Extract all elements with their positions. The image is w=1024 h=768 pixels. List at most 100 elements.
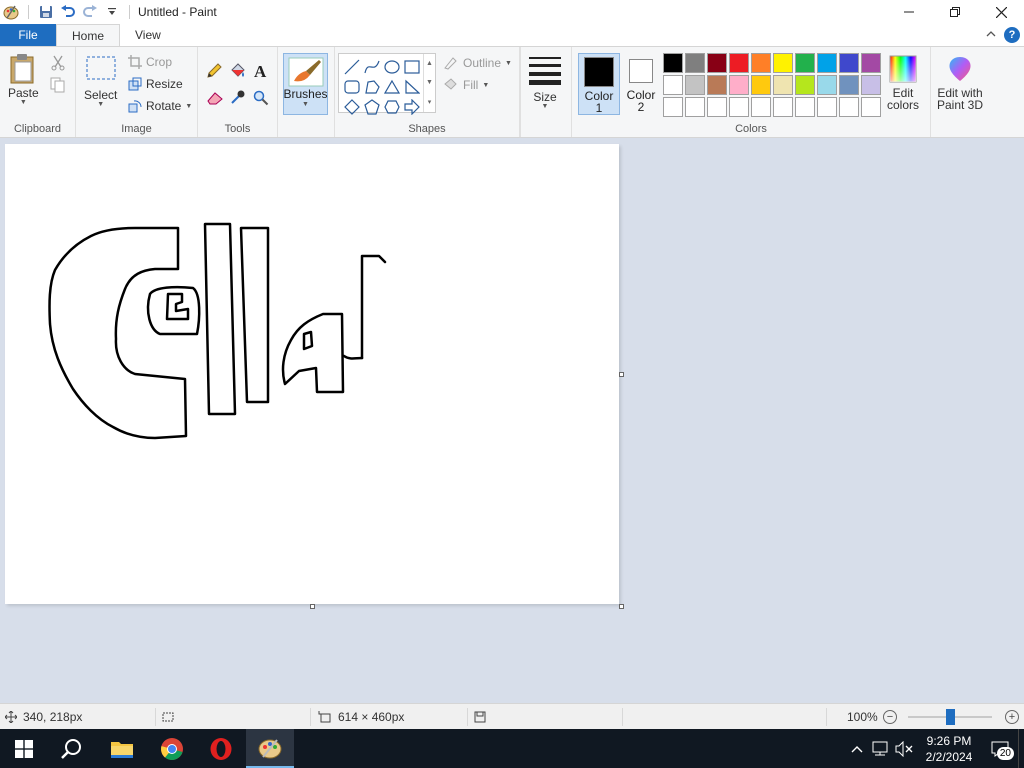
polygon-shape-icon[interactable] bbox=[362, 77, 382, 97]
palette-swatch[interactable] bbox=[707, 97, 727, 117]
brushes-button[interactable]: Brushes ▼ bbox=[283, 53, 328, 115]
tab-view[interactable]: View bbox=[120, 24, 176, 46]
palette-swatch[interactable] bbox=[817, 53, 837, 73]
network-button[interactable] bbox=[868, 741, 892, 757]
scroll-up-icon[interactable]: ▲ bbox=[426, 60, 433, 67]
paste-button[interactable]: Paste ▼ bbox=[8, 53, 39, 106]
expand-gallery-icon[interactable]: ▾ bbox=[428, 98, 432, 106]
pencil-icon[interactable] bbox=[206, 63, 222, 82]
color2-button[interactable]: Color 2 bbox=[622, 53, 660, 115]
palette-swatch[interactable] bbox=[839, 53, 859, 73]
zoom-slider-thumb[interactable] bbox=[946, 709, 955, 725]
oval-shape-icon[interactable] bbox=[382, 57, 402, 77]
color-picker-icon[interactable] bbox=[230, 89, 246, 108]
palette-swatch[interactable] bbox=[707, 75, 727, 95]
right-arrow-shape-icon[interactable] bbox=[402, 97, 422, 117]
rounded-rectangle-shape-icon[interactable] bbox=[342, 77, 362, 97]
canvas-resize-handle-bottom[interactable] bbox=[310, 604, 315, 609]
magnifier-icon[interactable] bbox=[253, 90, 269, 109]
palette-swatch[interactable] bbox=[817, 97, 837, 117]
resize-button[interactable]: Resize bbox=[128, 74, 183, 94]
rotate-button[interactable]: Rotate ▼ bbox=[128, 96, 192, 116]
palette-swatch[interactable] bbox=[685, 75, 705, 95]
close-button[interactable] bbox=[978, 0, 1024, 24]
search-button[interactable] bbox=[48, 729, 96, 768]
edit-colors-button[interactable]: Edit colors bbox=[884, 55, 922, 111]
palette-swatch[interactable] bbox=[663, 97, 683, 117]
fill-bucket-icon[interactable] bbox=[229, 63, 247, 82]
palette-swatch[interactable] bbox=[839, 97, 859, 117]
eraser-icon[interactable] bbox=[206, 91, 224, 108]
palette-swatch[interactable] bbox=[795, 75, 815, 95]
palette-swatch[interactable] bbox=[861, 97, 881, 117]
hexagon-shape-icon[interactable] bbox=[382, 97, 402, 117]
palette-swatch[interactable] bbox=[663, 53, 683, 73]
copy-icon[interactable] bbox=[50, 77, 66, 96]
palette-swatch[interactable] bbox=[751, 75, 771, 95]
right-triangle-shape-icon[interactable] bbox=[402, 77, 422, 97]
pentagon-shape-icon[interactable] bbox=[362, 97, 382, 117]
file-explorer-button[interactable] bbox=[98, 729, 146, 768]
maximize-button[interactable] bbox=[932, 0, 978, 24]
start-button[interactable] bbox=[0, 729, 48, 768]
line-shape-icon[interactable] bbox=[342, 57, 362, 77]
minimize-button[interactable] bbox=[886, 0, 932, 24]
palette-swatch[interactable] bbox=[795, 53, 815, 73]
canvas-resize-handle-corner[interactable] bbox=[619, 604, 624, 609]
palette-swatch[interactable] bbox=[751, 97, 771, 117]
taskbar: 9:26 PM 2/2/2024 20 bbox=[0, 729, 1024, 768]
paint-app-icon[interactable] bbox=[0, 1, 22, 23]
palette-swatch[interactable] bbox=[729, 97, 749, 117]
palette-swatch[interactable] bbox=[773, 75, 793, 95]
edit-with-paint3d-button[interactable]: Edit with Paint 3D bbox=[934, 55, 986, 111]
palette-swatch[interactable] bbox=[861, 75, 881, 95]
redo-icon[interactable] bbox=[79, 1, 101, 23]
scroll-down-icon[interactable]: ▼ bbox=[426, 79, 433, 86]
palette-swatch[interactable] bbox=[729, 75, 749, 95]
collapse-ribbon-icon[interactable] bbox=[986, 28, 996, 42]
action-center-button[interactable]: 20 bbox=[982, 729, 1018, 768]
palette-swatch[interactable] bbox=[729, 53, 749, 73]
palette-swatch[interactable] bbox=[685, 97, 705, 117]
rectangle-shape-icon[interactable] bbox=[402, 57, 422, 77]
palette-swatch[interactable] bbox=[685, 53, 705, 73]
show-hidden-icons-button[interactable] bbox=[846, 745, 868, 753]
customize-qa-icon[interactable] bbox=[101, 1, 123, 23]
palette-swatch[interactable] bbox=[663, 75, 683, 95]
color1-button[interactable]: Color 1 bbox=[578, 53, 620, 115]
palette-swatch[interactable] bbox=[817, 75, 837, 95]
palette-swatch[interactable] bbox=[839, 75, 859, 95]
palette-swatch[interactable] bbox=[861, 53, 881, 73]
paste-icon bbox=[10, 54, 34, 84]
fill-button[interactable]: Fill ▼ bbox=[443, 75, 489, 95]
crop-button[interactable]: Crop bbox=[128, 52, 172, 72]
triangle-shape-icon[interactable] bbox=[382, 77, 402, 97]
palette-swatch[interactable] bbox=[751, 53, 771, 73]
palette-swatch[interactable] bbox=[773, 97, 793, 117]
zoom-in-button[interactable]: + bbox=[1005, 710, 1019, 724]
palette-swatch[interactable] bbox=[707, 53, 727, 73]
shapes-scroll[interactable]: ▲ ▼ ▾ bbox=[423, 54, 435, 112]
curve-shape-icon[interactable] bbox=[362, 57, 382, 77]
zoom-out-button[interactable]: − bbox=[883, 710, 897, 724]
help-icon[interactable]: ? bbox=[1004, 27, 1020, 43]
clock[interactable]: 9:26 PM 2/2/2024 bbox=[916, 733, 982, 765]
opera-button[interactable] bbox=[197, 729, 245, 768]
canvas-resize-handle-right[interactable] bbox=[619, 372, 624, 377]
tab-file[interactable]: File bbox=[0, 24, 56, 46]
cut-icon[interactable] bbox=[50, 55, 66, 74]
undo-icon[interactable] bbox=[57, 1, 79, 23]
chrome-button[interactable] bbox=[148, 729, 196, 768]
palette-swatch[interactable] bbox=[773, 53, 793, 73]
palette-swatch[interactable] bbox=[795, 97, 815, 117]
volume-button[interactable] bbox=[892, 740, 916, 757]
show-desktop-button[interactable] bbox=[1018, 729, 1024, 768]
outline-button[interactable]: Outline ▼ bbox=[443, 53, 512, 73]
diamond-shape-icon[interactable] bbox=[342, 97, 362, 117]
tab-home[interactable]: Home bbox=[56, 24, 121, 46]
paint-taskbar-button[interactable] bbox=[246, 729, 294, 768]
select-button[interactable]: Select ▼ bbox=[84, 55, 117, 108]
text-tool-icon[interactable]: A bbox=[254, 62, 266, 82]
drawing-canvas[interactable] bbox=[5, 144, 619, 604]
save-icon[interactable] bbox=[35, 1, 57, 23]
